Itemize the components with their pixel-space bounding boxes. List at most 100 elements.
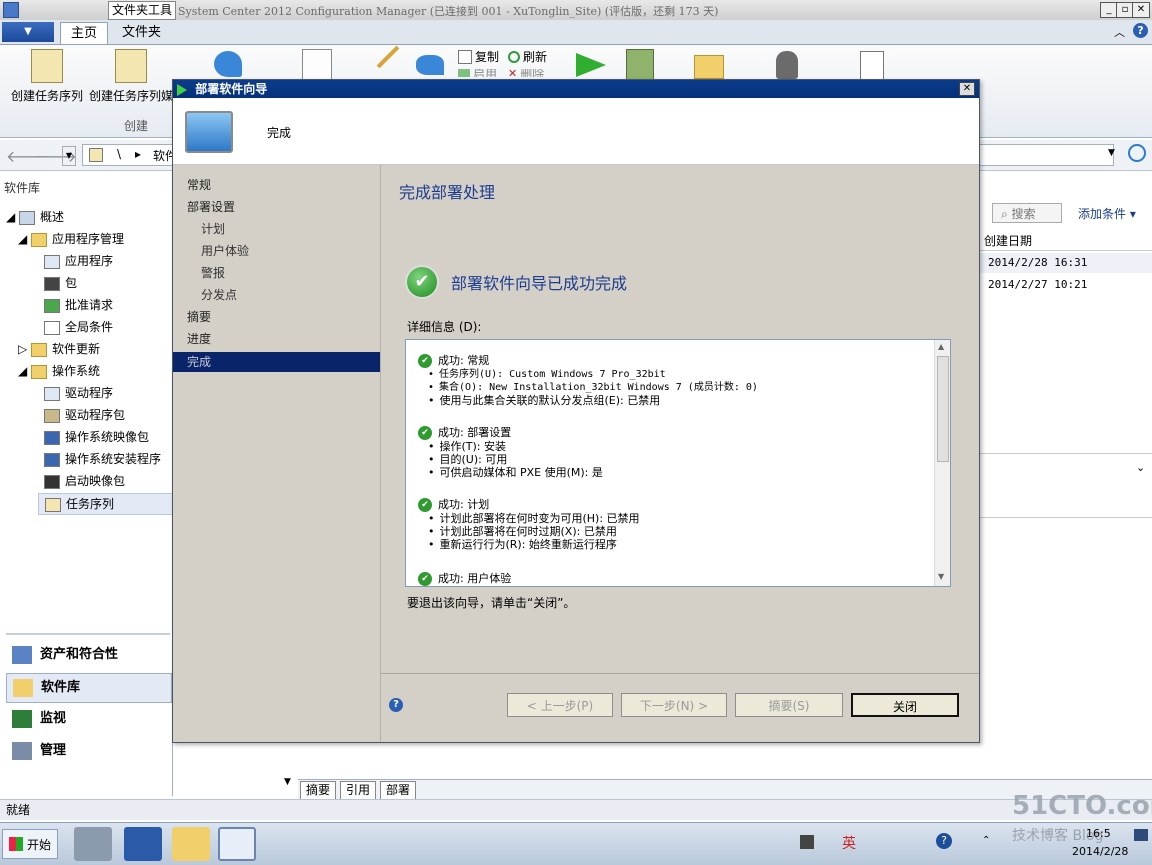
distribute-icon[interactable]: [626, 49, 654, 83]
scroll-up-icon[interactable]: ▲: [938, 342, 944, 351]
tab-references[interactable]: 引用: [340, 781, 377, 800]
tab-home[interactable]: 主页: [60, 22, 109, 44]
details-divider: [978, 517, 1152, 518]
copy-button[interactable]: 复制: [458, 48, 499, 65]
help-tray-icon[interactable]: ?: [936, 833, 952, 849]
tree-item-approval-requests[interactable]: 批准请求: [44, 295, 113, 315]
table-row[interactable]: 2014/2/27 10:21: [978, 275, 1152, 295]
workspace-software-library[interactable]: 软件库: [6, 673, 172, 703]
search-button[interactable]: ⌕ 搜索: [992, 203, 1062, 223]
blue-arrow-icon[interactable]: [214, 51, 242, 77]
tab-deployments[interactable]: 部署: [380, 781, 417, 800]
applications-icon: [44, 254, 60, 269]
tree-item-drivers[interactable]: 驱动程序: [44, 383, 113, 403]
tree-item-operating-systems[interactable]: ◢ 操作系统: [18, 361, 100, 381]
properties-icon[interactable]: [302, 49, 332, 81]
tree-item-applications[interactable]: 应用程序: [44, 251, 113, 271]
run-green-arrow-icon[interactable]: [576, 53, 606, 77]
tree-item-global-conditions[interactable]: 全局条件: [44, 317, 113, 337]
tree-item-software-updates[interactable]: ▷ 软件更新: [18, 339, 100, 359]
dialog-title-bar: 部署软件向导 ✕: [173, 80, 979, 98]
app-icon[interactable]: [3, 2, 19, 18]
folder-icon: [31, 232, 48, 247]
create-task-media-button[interactable]: 创建任务序列媒: [88, 49, 174, 104]
details-textbox[interactable]: ✔ 成功: 常规 任务序列(U): Custom Windows 7 Pro_32…: [405, 339, 951, 587]
next-button[interactable]: 下一步(N) >: [621, 693, 727, 717]
details-scrollbar[interactable]: ▲ ▼: [934, 340, 950, 586]
dialog-close-icon[interactable]: ✕: [959, 82, 975, 96]
detail-heading: 成功: 计划: [438, 498, 490, 511]
file-menu-button[interactable]: ▼: [2, 22, 54, 42]
task-sequence-tree-icon: [45, 497, 61, 512]
tree-item-app-management[interactable]: ◢ 应用程序管理: [18, 229, 124, 249]
close-window-button[interactable]: ✕: [1132, 2, 1150, 18]
address-dropdown-icon[interactable]: ▼: [1108, 148, 1115, 158]
workspace-assets[interactable]: 资产和符合性: [6, 641, 170, 669]
config-manager-taskbar-icon[interactable]: [218, 827, 256, 861]
breadcrumb-root-icon[interactable]: [89, 148, 103, 162]
explorer-folder-icon[interactable]: [172, 827, 210, 861]
delete-button[interactable]: ✕ 删除: [508, 69, 544, 77]
clock-date[interactable]: 2014/2/28: [1072, 845, 1128, 858]
show-desktop-icon[interactable]: [1134, 829, 1148, 841]
wizard-help-icon[interactable]: ?: [389, 698, 403, 712]
task-media-icon: [115, 49, 147, 83]
refresh-address-icon[interactable]: [1128, 144, 1146, 162]
tab-folder[interactable]: 文件夹: [112, 22, 171, 43]
wizard-steps: 常规 部署设置 计划 用户体验 警报 分发点 摘要 进度 完成: [173, 165, 381, 742]
tree-item-driver-packages[interactable]: 驱动程序包: [44, 405, 125, 425]
document-icon[interactable]: [860, 51, 884, 81]
start-label: 开始: [27, 837, 52, 852]
title-bar: 文件夹工具 System Center 2012 Configuration M…: [0, 0, 1152, 21]
breadcrumb-arrow-icon[interactable]: ▸: [135, 147, 141, 161]
edit-pencil-icon[interactable]: [376, 45, 400, 69]
tree-item-os-images[interactable]: 操作系统映像包: [44, 427, 149, 447]
workspace-monitoring[interactable]: 监视: [6, 705, 170, 733]
help-icon[interactable]: ?: [1133, 23, 1148, 38]
create-task-sequence-button[interactable]: 创建任务序列: [8, 49, 86, 104]
close-button[interactable]: 关闭: [851, 693, 959, 717]
tree-label: 概述: [40, 210, 65, 224]
server-manager-icon[interactable]: [74, 827, 112, 861]
previous-button[interactable]: < 上一步(P): [507, 693, 613, 717]
nav-overflow-icon[interactable]: ▼: [284, 777, 291, 787]
ime-toolbar-icon[interactable]: [800, 835, 814, 849]
wizard-step-general: 常规: [187, 178, 212, 192]
tab-summary[interactable]: 摘要: [300, 781, 337, 800]
scroll-thumb[interactable]: [937, 356, 949, 462]
tree-item-packages[interactable]: 包: [44, 273, 77, 293]
security-lock-icon[interactable]: [776, 51, 798, 79]
detail-heading: 成功: 用户体验: [438, 572, 512, 585]
deploy-arrow-icon[interactable]: [416, 55, 444, 75]
tree-item-boot-images[interactable]: 启动映像包: [44, 471, 125, 491]
tree-item-overview[interactable]: ◢ 概述: [6, 207, 64, 227]
scroll-down-icon[interactable]: ▼: [938, 572, 944, 581]
folder-icon[interactable]: [694, 55, 724, 79]
history-dropdown-icon[interactable]: ▼: [62, 146, 76, 166]
add-criteria-label: 添加条件: [1078, 207, 1127, 221]
summary-button[interactable]: 摘要(S): [735, 693, 843, 717]
tree-label: 操作系统映像包: [65, 430, 150, 444]
wizard-step-alerts: 警报: [201, 266, 226, 280]
powershell-icon[interactable]: [124, 827, 162, 861]
tree-item-task-sequences[interactable]: 任务序列: [38, 493, 176, 515]
tree-label: 驱动程序: [65, 386, 114, 400]
refresh-button[interactable]: 刷新: [508, 48, 547, 65]
workspace-label: 监视: [40, 711, 67, 726]
add-criteria-button[interactable]: 添加条件 ▾: [1078, 205, 1136, 222]
expand-chevron-icon[interactable]: ⌄: [1136, 461, 1145, 474]
ime-mode[interactable]: 英: [842, 833, 856, 853]
tray-overflow-icon[interactable]: ⌃: [982, 835, 990, 846]
column-header-created[interactable]: 创建日期: [978, 231, 1152, 251]
delete-label: 删除: [520, 69, 545, 77]
table-row[interactable]: 2014/2/28 16:31: [978, 253, 1152, 273]
detail-line: 任务序列(U): Custom Windows 7 Pro_32bit: [418, 368, 758, 381]
clock-time[interactable]: 16:5: [1086, 827, 1111, 840]
workspace-administration[interactable]: 管理: [6, 737, 170, 765]
enable-button[interactable]: 启用: [458, 69, 497, 77]
start-button[interactable]: 开始: [2, 829, 59, 859]
folder-icon: [31, 364, 48, 379]
detail-line: 使用与此集合关联的默认分发点组(E): 已禁用: [418, 394, 758, 407]
collapse-ribbon-icon[interactable]: ︿: [1114, 24, 1125, 40]
tree-item-os-installers[interactable]: 操作系统安装程序: [44, 449, 161, 469]
